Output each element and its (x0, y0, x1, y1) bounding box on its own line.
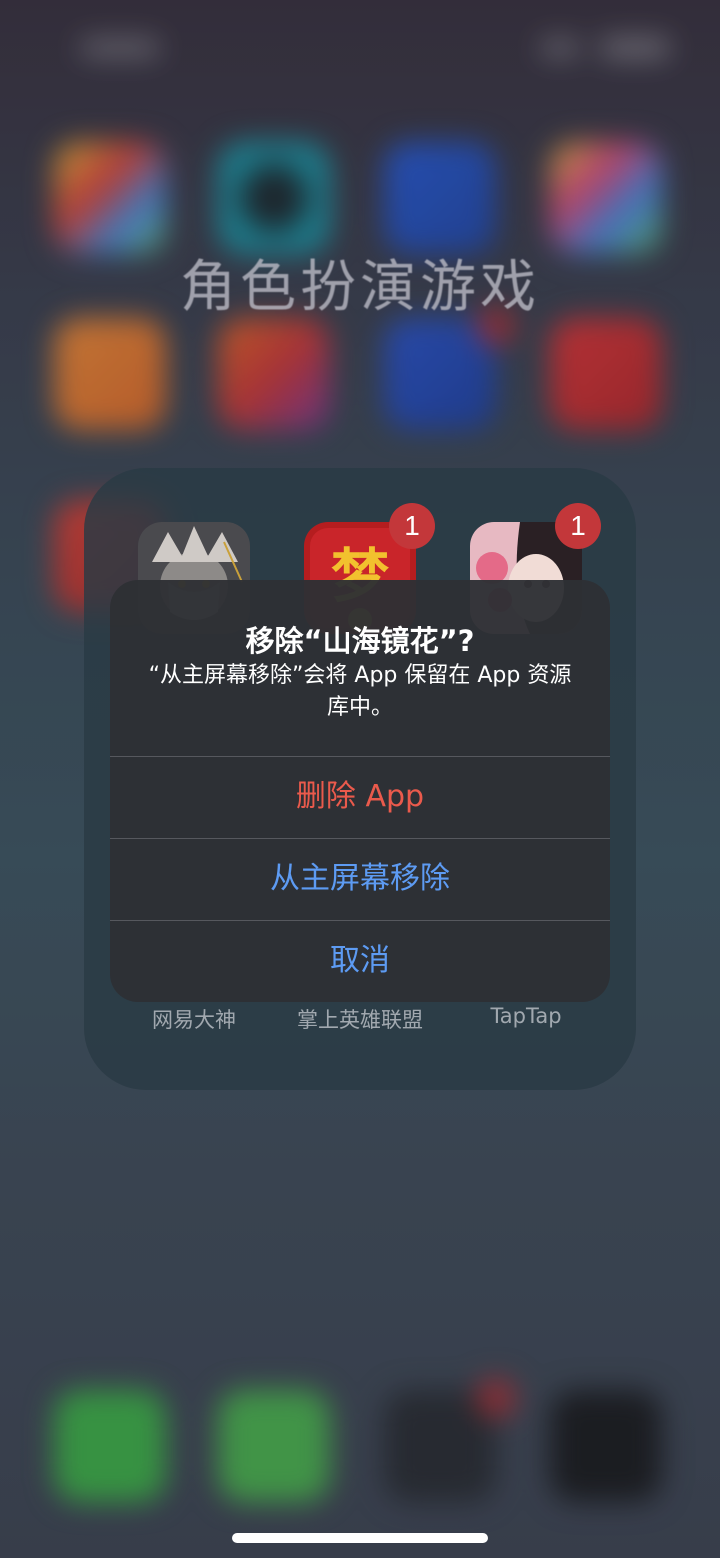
delete-app-button[interactable]: 删除 App (110, 757, 610, 837)
cancel-button[interactable]: 取消 (110, 921, 610, 1001)
remove-app-alert: 移除“山海镜花”? “从主屏幕移除”会将 App 保留在 App 资源库中。 删… (110, 580, 610, 1002)
alert-message: “从主屏幕移除”会将 App 保留在 App 资源库中。 (148, 663, 572, 720)
app-label-lol-helper: 掌上英雄联盟 (297, 1008, 423, 1032)
notification-badge: 1 (555, 503, 601, 549)
app-label-netease-dashen: 网易大神 (152, 1008, 236, 1032)
app-label-taptap: TapTap (490, 1004, 562, 1028)
home-indicator[interactable] (232, 1533, 488, 1543)
remove-from-home-button[interactable]: 从主屏幕移除 (110, 839, 610, 919)
alert-title: 移除“山海镜花”? (245, 624, 475, 658)
notification-badge: 1 (389, 503, 435, 549)
folder-title: 角色扮演游戏 (180, 255, 540, 320)
